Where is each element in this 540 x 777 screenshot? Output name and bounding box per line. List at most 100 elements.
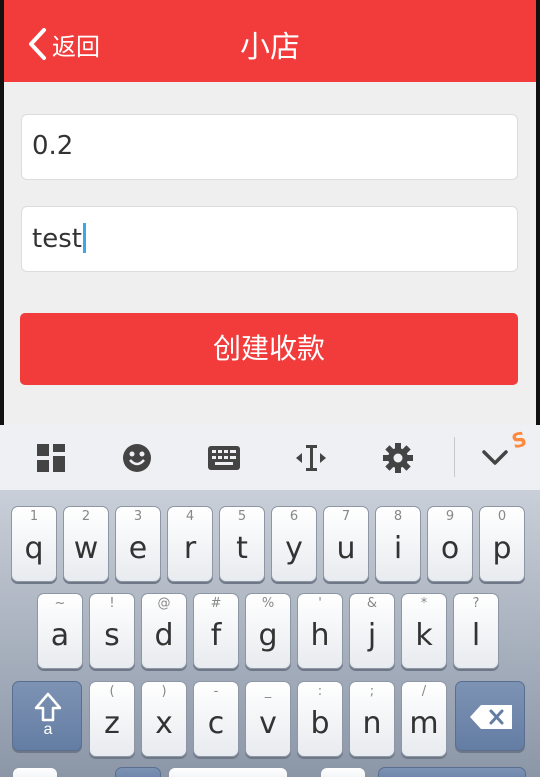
key-secondary-label: :	[317, 684, 323, 699]
note-field[interactable]: test	[21, 206, 518, 272]
key-secondary-label: _	[264, 684, 272, 699]
key-b[interactable]: :b	[297, 681, 343, 757]
amount-value: 0.2	[32, 131, 74, 161]
partial-special-key[interactable]	[115, 767, 161, 777]
key-primary-label: h	[310, 618, 330, 653]
emoji-icon[interactable]	[120, 441, 154, 475]
key-secondary-label: ;	[369, 684, 375, 699]
amount-field[interactable]: 0.2	[21, 114, 518, 180]
key-y[interactable]: 6y	[271, 506, 317, 582]
key-primary-label: q	[24, 531, 44, 566]
soft-keyboard: 1q2w3e4r5t6y7u8i9o0p ~ a! s @ d # f% g ' h & j * k? l …	[0, 491, 540, 777]
key-primary-label: t	[236, 531, 248, 566]
key-secondary-label: '	[318, 596, 322, 611]
key-secondary-label: #	[210, 596, 222, 611]
key-primary-label: r	[183, 531, 197, 566]
key-v[interactable]: _ v	[245, 681, 291, 757]
key-secondary-label: )	[161, 684, 167, 699]
collapse-chevron-icon[interactable]	[478, 441, 512, 475]
key-primary-label: p	[492, 531, 512, 566]
key-f[interactable]: # f	[193, 593, 239, 669]
partial-key[interactable]	[12, 767, 58, 777]
key-i[interactable]: 8i	[375, 506, 421, 582]
key-m[interactable]: / m	[401, 681, 447, 757]
key-primary-label: m	[409, 706, 439, 741]
key-primary-label: l	[471, 618, 481, 653]
key-secondary-label: 0	[497, 509, 507, 524]
key-primary-label: s	[104, 618, 120, 653]
key-primary-label: n	[362, 706, 382, 741]
key-u[interactable]: 7u	[323, 506, 369, 582]
key-primary-label: w	[73, 531, 99, 566]
keyboard-toolbar	[0, 425, 540, 491]
key-secondary-label: 8	[393, 509, 403, 524]
key-primary-label: u	[336, 531, 356, 566]
key-c[interactable]: -c	[193, 681, 239, 757]
key-secondary-label: ?	[472, 596, 480, 611]
key-primary-label: v	[259, 706, 277, 741]
keyboard-icon[interactable]	[207, 441, 241, 475]
key-secondary-label: /	[421, 684, 427, 699]
shift-key[interactable]: a	[12, 681, 82, 751]
key-w[interactable]: 2w	[63, 506, 109, 582]
key-secondary-label: 9	[445, 509, 455, 524]
page-title: 小店	[240, 30, 300, 65]
cursor-icon[interactable]	[294, 441, 328, 475]
key-primary-label: o	[440, 531, 460, 566]
key-z[interactable]: (z	[89, 681, 135, 757]
shift-key-label: a	[44, 721, 53, 736]
key-secondary-label: 5	[237, 509, 247, 524]
key-secondary-label: &	[366, 596, 378, 611]
key-h[interactable]: ' h	[297, 593, 343, 669]
key-r[interactable]: 4r	[167, 506, 213, 582]
key-x[interactable]: ) x	[141, 681, 187, 757]
backspace-key[interactable]	[455, 681, 525, 751]
key-primary-label: e	[128, 531, 148, 566]
key-l[interactable]: ? l	[453, 593, 499, 669]
grid-icon[interactable]	[34, 441, 68, 475]
key-n[interactable]: ; n	[349, 681, 395, 757]
key-o[interactable]: 9o	[427, 506, 473, 582]
create-payment-button[interactable]: 创建收款	[20, 313, 518, 385]
toolbar-divider	[454, 437, 455, 477]
top-bar: 返回 小店	[4, 0, 536, 82]
key-k[interactable]: * k	[401, 593, 447, 669]
key-secondary-label: @	[157, 596, 171, 611]
key-secondary-label: 6	[289, 509, 299, 524]
app-screen: 返回 小店 0.2 test 创建收款	[4, 0, 536, 425]
key-primary-label: y	[285, 531, 303, 566]
key-primary-label: a	[50, 618, 70, 653]
key-secondary-label: %	[261, 596, 275, 611]
key-a[interactable]: ~ a	[37, 593, 83, 669]
key-primary-label: c	[207, 706, 225, 741]
key-primary-label: k	[415, 618, 433, 653]
key-secondary-label: 3	[133, 509, 143, 524]
key-primary-label: z	[104, 706, 120, 741]
key-primary-label: d	[154, 618, 174, 653]
key-t[interactable]: 5t	[219, 506, 265, 582]
gear-icon[interactable]	[381, 441, 415, 475]
key-secondary-label: !	[109, 596, 115, 611]
key-e[interactable]: 3e	[115, 506, 161, 582]
partial-space-key[interactable]	[168, 767, 288, 777]
key-d[interactable]: @ d	[141, 593, 187, 669]
partial-key[interactable]	[320, 767, 366, 777]
key-primary-label: x	[155, 706, 173, 741]
key-secondary-label: 2	[81, 509, 91, 524]
partial-enter-key[interactable]	[378, 767, 526, 777]
key-j[interactable]: & j	[349, 593, 395, 669]
text-caret	[82, 223, 86, 253]
key-secondary-label: 1	[29, 509, 39, 524]
key-secondary-label: (	[109, 684, 115, 699]
key-g[interactable]: % g	[245, 593, 291, 669]
key-secondary-label: 7	[341, 509, 351, 524]
key-secondary-label: ~	[54, 596, 66, 611]
key-q[interactable]: 1q	[11, 506, 57, 582]
key-s[interactable]: ! s	[89, 593, 135, 669]
key-primary-label: b	[310, 706, 330, 741]
key-primary-label: f	[210, 618, 222, 653]
key-secondary-label: *	[420, 596, 428, 611]
key-secondary-label: -	[213, 684, 219, 699]
key-primary-label: j	[367, 618, 377, 653]
key-p[interactable]: 0p	[479, 506, 525, 582]
